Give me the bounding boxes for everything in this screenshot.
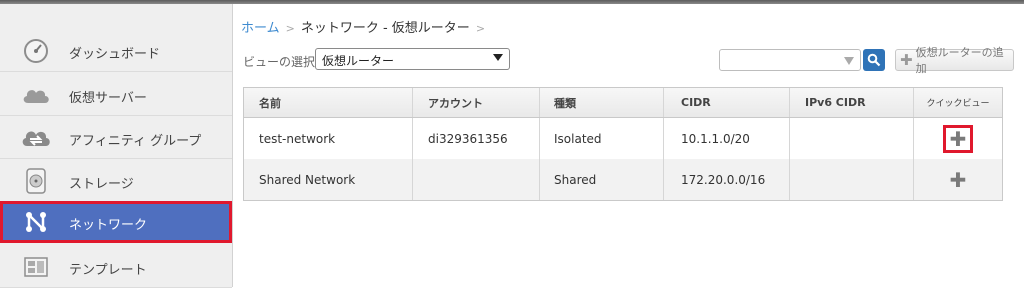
- sidebar-item-label: 仮想サーバー: [69, 91, 147, 106]
- cell-cidr: 172.20.0.0/16: [664, 159, 790, 200]
- search-button[interactable]: [863, 49, 885, 71]
- cell-name: test-network: [244, 118, 413, 159]
- breadcrumb-separator: >: [285, 22, 295, 35]
- sidebar-item-virtual-servers[interactable]: 仮想サーバー: [0, 74, 232, 116]
- quickview-button[interactable]: ✚: [943, 166, 973, 194]
- affinity-cloud-icon: [20, 125, 52, 151]
- sidebar-item-dashboard[interactable]: ダッシュボード: [0, 30, 232, 72]
- cell-cidr: 10.1.1.0/20: [664, 118, 790, 159]
- chevron-down-icon: [493, 54, 503, 61]
- breadcrumb: ホーム > ネットワーク - 仮想ルーター >: [241, 17, 491, 36]
- sidebar-item-affinity-groups[interactable]: アフィニティ グループ: [0, 117, 232, 159]
- breadcrumb-home-link[interactable]: ホーム: [241, 21, 280, 36]
- main-panel: ホーム > ネットワーク - 仮想ルーター > ビューの選択: 仮想ルーター ✚ 仮想…: [233, 4, 1024, 287]
- sidebar: ダッシュボード 仮想サーバー アフィニティ グループ ストレージ ネットワーク …: [0, 4, 233, 288]
- add-virtual-router-label: 仮想ルーターの追加: [915, 46, 1004, 75]
- sidebar-item-label: アフィニティ グループ: [69, 134, 202, 149]
- column-header-cidr[interactable]: CIDR: [664, 88, 790, 117]
- plus-icon: ✚: [900, 50, 913, 69]
- sidebar-item-network[interactable]: ネットワーク: [0, 201, 232, 243]
- quickview-button[interactable]: ✚: [943, 124, 973, 153]
- cell-account: di329361356: [413, 118, 540, 159]
- table-row[interactable]: test-network di329361356 Isolated 10.1.1…: [244, 118, 1002, 159]
- view-select-value: 仮想ルーター: [322, 54, 395, 68]
- sidebar-item-label: ネットワーク: [69, 218, 148, 233]
- sidebar-item-templates[interactable]: テンプレート: [0, 246, 232, 288]
- sidebar-item-label: ストレージ: [69, 177, 134, 192]
- cell-name: Shared Network: [244, 159, 413, 200]
- column-header-ipv6-cidr[interactable]: IPv6 CIDR: [790, 88, 914, 117]
- storage-disk-icon: [20, 168, 52, 194]
- column-header-account[interactable]: アカウント: [413, 88, 540, 117]
- network-table: 名前 アカウント 種類 CIDR IPv6 CIDR クイックビュー test-…: [243, 87, 1003, 201]
- view-select-label: ビューの選択:: [243, 55, 320, 69]
- cell-account: [413, 159, 540, 200]
- add-virtual-router-button[interactable]: ✚ 仮想ルーターの追加: [895, 46, 1014, 75]
- network-icon: [20, 209, 52, 235]
- sidebar-item-label: テンプレート: [69, 263, 147, 278]
- cell-ipv6-cidr: [790, 159, 914, 200]
- sidebar-item-label: ダッシュボード: [69, 47, 161, 62]
- dashboard-gauge-icon: [20, 38, 52, 64]
- plus-icon: ✚: [949, 126, 967, 151]
- breadcrumb-separator: >: [475, 22, 486, 35]
- filter-dropdown-icon[interactable]: [844, 57, 854, 65]
- cell-type: Isolated: [540, 118, 664, 159]
- search-icon: [867, 53, 881, 67]
- cloud-icon: [20, 82, 52, 108]
- cell-type: Shared: [540, 159, 664, 200]
- column-header-quickview: クイックビュー: [926, 99, 990, 109]
- column-header-type[interactable]: 種類: [540, 88, 664, 117]
- view-select-dropdown[interactable]: 仮想ルーター: [315, 48, 510, 70]
- breadcrumb-current[interactable]: ネットワーク - 仮想ルーター: [301, 21, 470, 36]
- table-row[interactable]: Shared Network Shared 172.20.0.0/16 ✚: [244, 159, 1002, 200]
- cell-quickview: ✚: [914, 159, 1002, 200]
- column-header-name[interactable]: 名前: [244, 88, 413, 117]
- search-input[interactable]: [719, 49, 861, 71]
- cell-ipv6-cidr: [790, 118, 914, 159]
- plus-icon: ✚: [949, 167, 967, 192]
- template-icon: [20, 254, 52, 280]
- cell-quickview: ✚: [914, 118, 1002, 159]
- table-header-row: 名前 アカウント 種類 CIDR IPv6 CIDR クイックビュー: [244, 88, 1002, 118]
- sidebar-item-storage[interactable]: ストレージ: [0, 160, 232, 202]
